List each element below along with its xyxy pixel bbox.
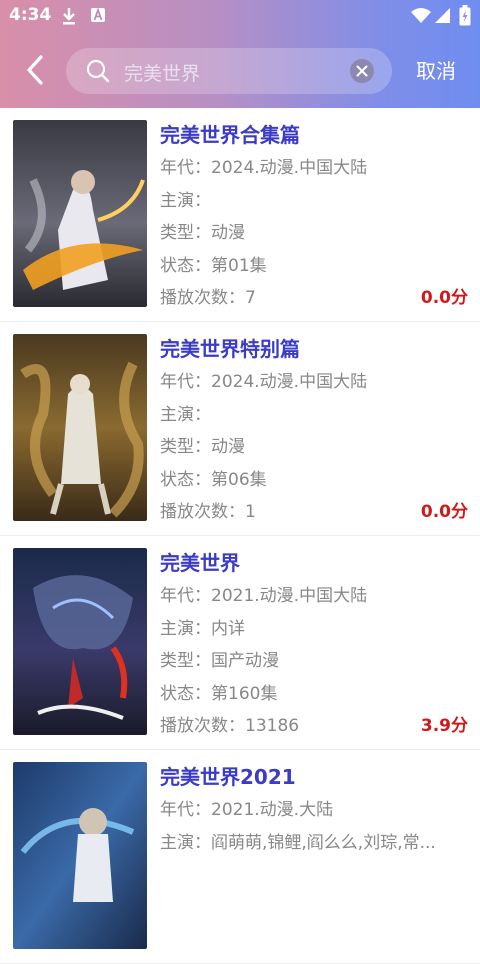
list-item[interactable]: 完美世界特别篇 年代：2024.动漫.中国大陆 主演： 类型：动漫 状态：第06… xyxy=(0,322,480,536)
item-type: 类型：国产动漫 xyxy=(160,651,279,671)
item-type: 类型：动漫 xyxy=(160,223,245,243)
download-icon xyxy=(63,8,75,25)
item-cast: 主演： xyxy=(160,190,211,211)
item-plays: 播放次数：13186 xyxy=(160,716,300,736)
poster-image[interactable] xyxy=(13,548,147,735)
item-plays: 播放次数：7 xyxy=(160,288,256,308)
item-score: 0.0分 xyxy=(420,288,468,308)
item-title[interactable]: 完美世界合集篇 xyxy=(160,118,470,152)
item-title[interactable]: 完美世界 xyxy=(160,546,470,580)
cancel-button[interactable]: 取消 xyxy=(404,56,468,86)
list-item[interactable]: 完美世界合集篇 年代：2024.动漫.中国大陆 主演： 类型：动漫 状态：第01… xyxy=(0,108,480,322)
item-year: 年代：2024.动漫.中国大陆 xyxy=(160,158,368,178)
search-input[interactable] xyxy=(122,56,346,88)
clear-icon[interactable] xyxy=(350,59,374,83)
poster-image[interactable] xyxy=(13,120,147,307)
item-year: 年代：2021.动漫.中国大陆 xyxy=(160,586,368,606)
status-time: 4:34 xyxy=(9,5,52,25)
search-box[interactable] xyxy=(66,48,392,94)
item-year: 年代：2024.动漫.中国大陆 xyxy=(160,372,368,392)
item-title[interactable]: 完美世界特别篇 xyxy=(160,332,470,366)
list-item[interactable]: 完美世界2021 年代：2021.动漫.大陆 主演：阎萌萌,锦鲤,阎么么,刘琮,… xyxy=(0,750,480,964)
back-arrow-icon[interactable] xyxy=(22,54,48,86)
result-list: 完美世界合集篇 年代：2024.动漫.中国大陆 主演： 类型：动漫 状态：第01… xyxy=(0,108,480,964)
item-year: 年代：2021.动漫.大陆 xyxy=(160,800,334,820)
item-state: 状态：第160集 xyxy=(160,683,278,704)
item-state: 状态：第06集 xyxy=(160,469,267,490)
search-row: 取消 xyxy=(0,46,480,96)
poster-image[interactable] xyxy=(13,334,147,521)
item-title[interactable]: 完美世界2021 xyxy=(160,760,470,794)
item-plays: 播放次数：1 xyxy=(160,502,256,522)
item-cast: 主演：内详 xyxy=(160,618,245,639)
item-state: 状态：第01集 xyxy=(160,255,267,276)
item-score: 3.9分 xyxy=(420,716,468,736)
search-icon xyxy=(86,59,110,83)
item-score: 0.0分 xyxy=(420,502,468,522)
wifi-icon xyxy=(411,8,431,23)
list-item[interactable]: 完美世界 年代：2021.动漫.中国大陆 主演：内详 类型：国产动漫 状态：第1… xyxy=(0,536,480,750)
item-cast: 主演：阎萌萌,锦鲤,阎么么,刘琮,常... xyxy=(160,832,436,853)
signal-icon xyxy=(435,8,450,23)
top-bar: 4:34 完美世界 取消 xyxy=(0,0,480,108)
poster-image[interactable] xyxy=(13,762,147,949)
item-info: 完美世界2021 年代：2021.动漫.大陆 主演：阎萌萌,锦鲤,阎么么,刘琮,… xyxy=(160,760,470,859)
a-notification-icon xyxy=(91,7,105,22)
battery-icon xyxy=(459,5,471,26)
item-type: 类型：动漫 xyxy=(160,437,245,457)
status-bar: 4:34 xyxy=(0,0,480,32)
item-cast: 主演： xyxy=(160,404,211,425)
